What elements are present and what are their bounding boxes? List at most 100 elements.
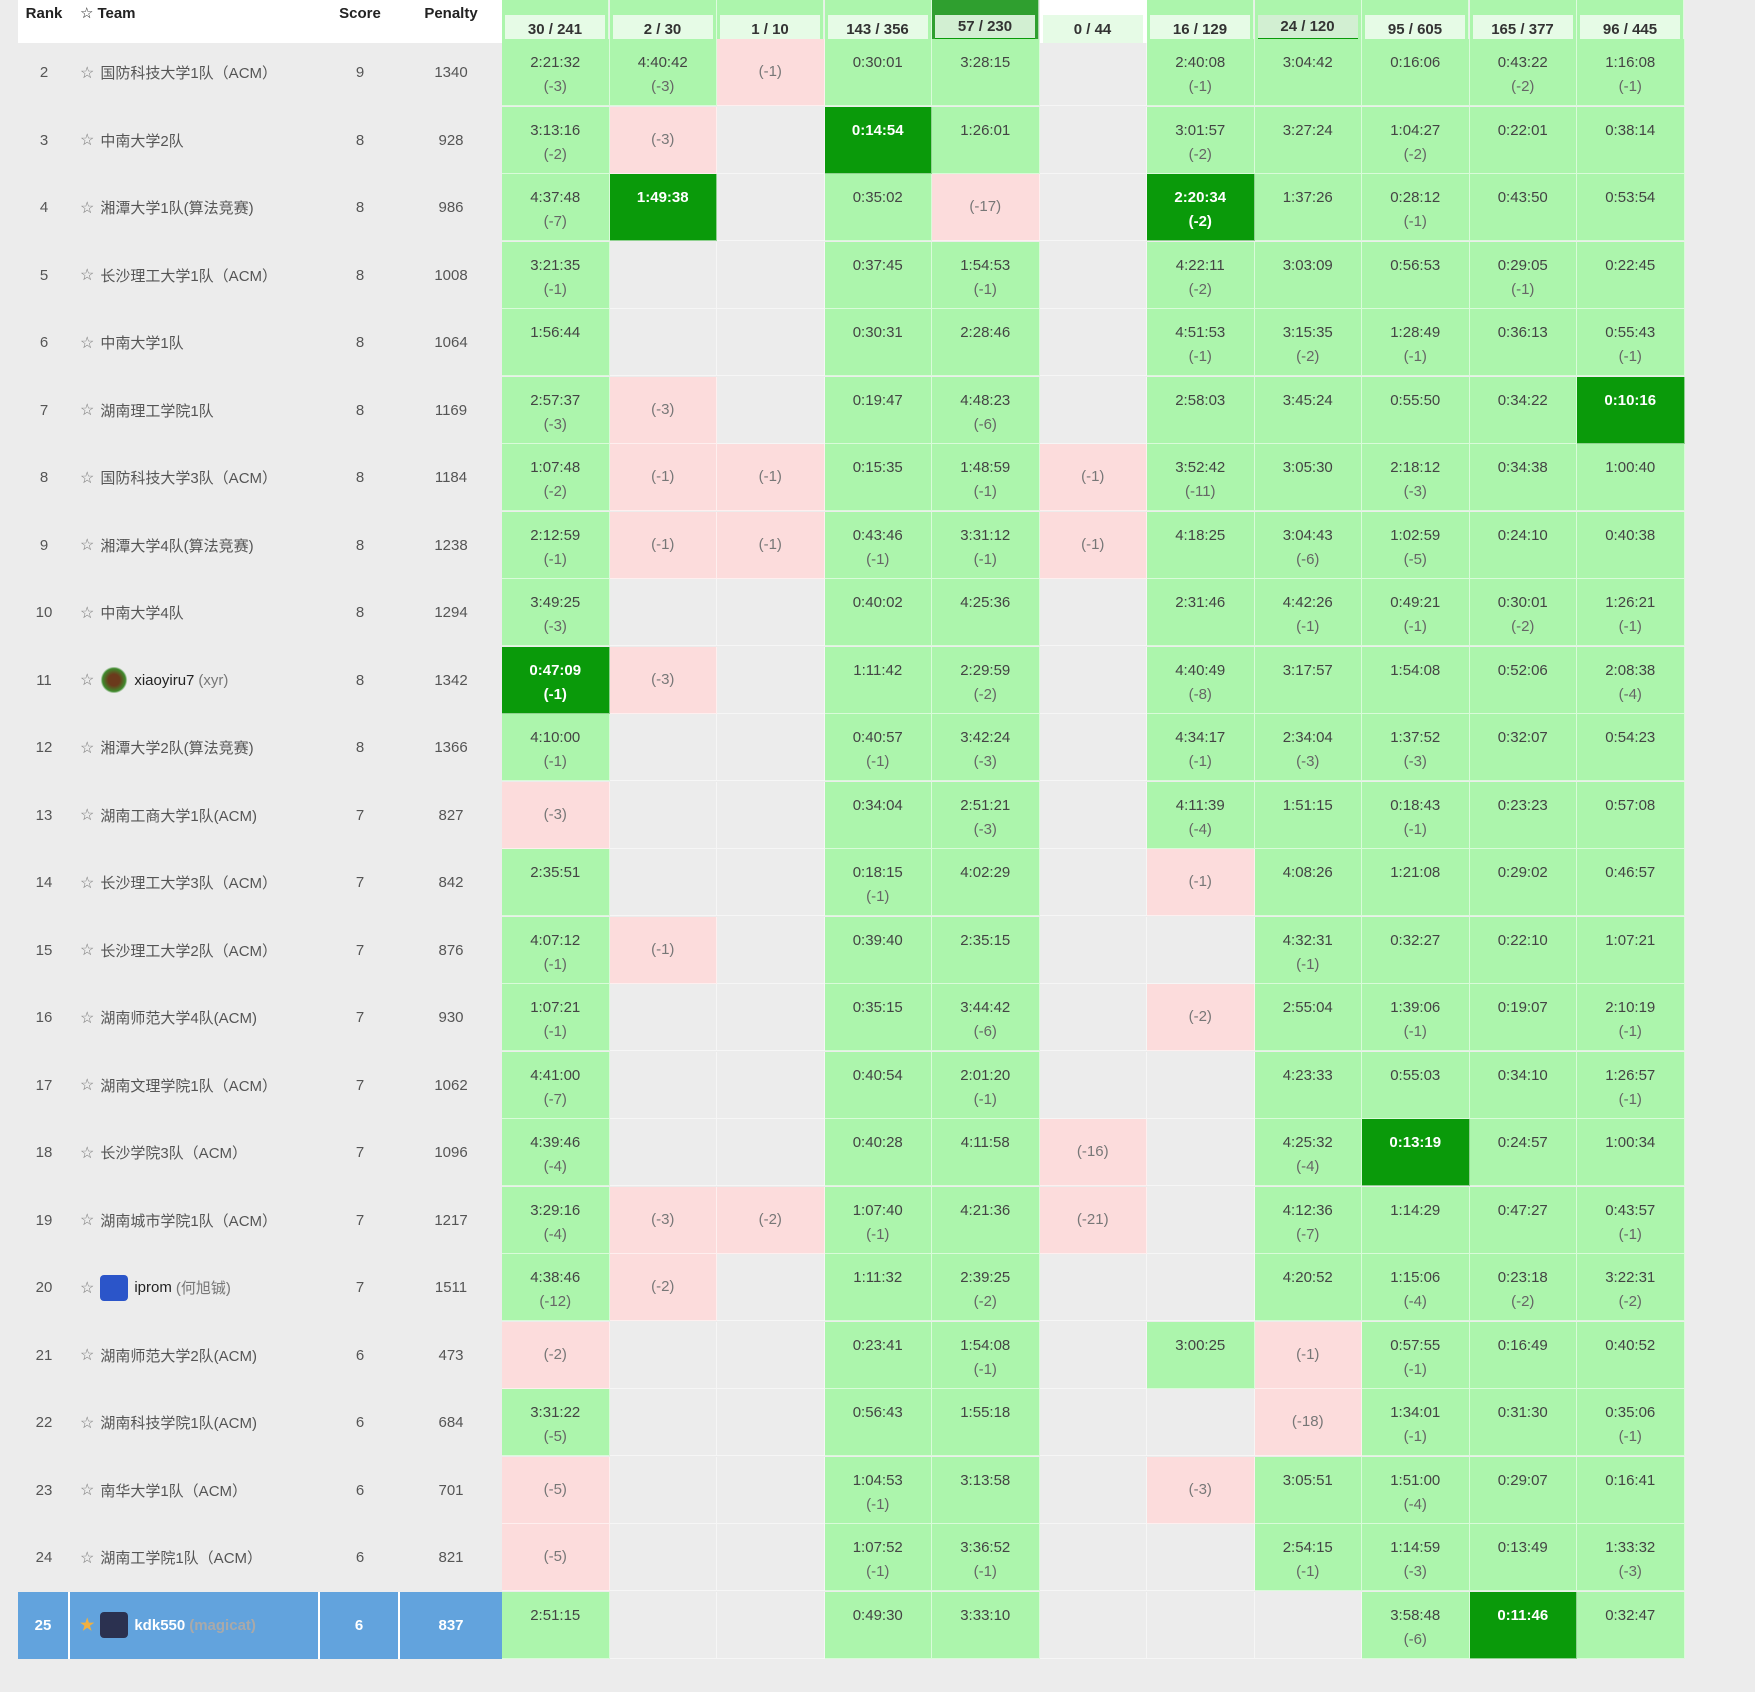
submission-cell-a[interactable]: 1:07:21 (-1) [502, 984, 610, 1051]
submission-cell-d[interactable]: 1:04:53 (-1) [824, 1456, 932, 1524]
submission-cell-b[interactable]: 1:49:38 [609, 174, 717, 241]
submission-cell-g[interactable]: 4:40:49 (-8) [1147, 646, 1255, 714]
submission-cell-a[interactable]: 2:21:32 (-3) [502, 39, 610, 106]
submission-cell-e[interactable]: 1:48:59 (-1) [932, 444, 1040, 511]
submission-cell-c[interactable] [717, 1119, 825, 1186]
team-name[interactable]: 中南大学2队 [100, 130, 183, 151]
team-name[interactable]: 湘潭大学2队(算法竞赛) [100, 737, 253, 758]
submission-cell-b[interactable] [609, 309, 717, 376]
favorite-star-icon[interactable]: ☆ [80, 63, 94, 83]
team-name[interactable]: 南华大学1队（ACM） [100, 1480, 247, 1501]
submission-cell-k[interactable]: 0:54:23 [1577, 714, 1685, 781]
submission-cell-b[interactable]: (-1) [609, 444, 717, 511]
submission-cell-j[interactable]: 0:19:07 [1469, 984, 1577, 1051]
submission-cell-i[interactable]: 1:37:52 (-3) [1362, 714, 1470, 781]
submission-cell-d[interactable]: 0:37:45 [824, 241, 932, 309]
team-cell[interactable]: ☆ 中南大学2队 [70, 107, 320, 174]
team-name[interactable]: 长沙理工大学2队（ACM） [100, 940, 277, 961]
submission-cell-i[interactable]: 1:54:08 [1362, 646, 1470, 714]
favorite-star-icon[interactable]: ☆ [80, 535, 94, 555]
submission-cell-h[interactable]: 2:55:04 [1254, 984, 1362, 1051]
submission-cell-j[interactable]: 0:13:49 [1469, 1524, 1577, 1591]
submission-cell-e[interactable]: 4:11:58 [932, 1119, 1040, 1186]
submission-cell-f[interactable] [1039, 174, 1147, 241]
submission-cell-f[interactable] [1039, 579, 1147, 646]
submission-cell-h[interactable]: 2:54:15 (-1) [1254, 1524, 1362, 1591]
submission-cell-e[interactable]: 1:26:01 [932, 106, 1040, 174]
submission-cell-c[interactable] [717, 241, 825, 309]
submission-cell-k[interactable]: 0:38:14 [1577, 106, 1685, 174]
submission-cell-d[interactable]: 0:19:47 [824, 376, 932, 444]
team-cell[interactable]: ☆ 湖南城市学院1队（ACM） [70, 1187, 320, 1254]
submission-cell-i[interactable]: 1:14:29 [1362, 1186, 1470, 1254]
favorite-star-icon[interactable]: ☆ [80, 400, 94, 420]
submission-cell-e[interactable]: 3:44:42 (-6) [932, 984, 1040, 1051]
submission-cell-b[interactable] [609, 984, 717, 1051]
favorite-star-icon[interactable]: ☆ [80, 940, 94, 960]
submission-cell-j[interactable]: 0:34:38 [1469, 444, 1577, 511]
submission-cell-e[interactable]: 1:55:18 [932, 1389, 1040, 1456]
submission-cell-f[interactable] [1039, 376, 1147, 444]
team-name[interactable]: 湖南师范大学2队(ACM) [100, 1345, 257, 1366]
favorite-star-icon[interactable]: ☆ [80, 738, 94, 758]
submission-cell-c[interactable] [717, 646, 825, 714]
submission-cell-d[interactable]: 0:30:01 [824, 39, 932, 106]
team-name[interactable]: 湖南城市学院1队（ACM） [100, 1210, 277, 1231]
submission-cell-j[interactable]: 0:31:30 [1469, 1389, 1577, 1456]
submission-cell-b[interactable] [609, 1051, 717, 1119]
submission-cell-g[interactable]: (-1) [1147, 849, 1255, 916]
team-name[interactable]: 湖南师范大学4队(ACM) [100, 1007, 257, 1028]
submission-cell-g[interactable] [1147, 1591, 1255, 1659]
submission-cell-k[interactable]: 3:22:31 (-2) [1577, 1254, 1685, 1321]
submission-cell-a[interactable]: 2:12:59 (-1) [502, 511, 610, 579]
submission-cell-k[interactable]: 1:26:21 (-1) [1577, 579, 1685, 646]
submission-cell-c[interactable] [717, 1524, 825, 1591]
submission-cell-a[interactable]: 4:10:00 (-1) [502, 714, 610, 781]
submission-cell-c[interactable] [717, 1254, 825, 1321]
submission-cell-h[interactable] [1254, 1591, 1362, 1659]
submission-cell-f[interactable]: (-1) [1039, 511, 1147, 579]
submission-cell-i[interactable]: 0:18:43 (-1) [1362, 781, 1470, 849]
submission-cell-b[interactable] [609, 1389, 717, 1456]
team-name[interactable]: xiaoyiru7 [134, 672, 194, 689]
submission-cell-i[interactable]: 2:18:12 (-3) [1362, 444, 1470, 511]
submission-cell-a[interactable]: 3:49:25 (-3) [502, 579, 610, 646]
submission-cell-h[interactable]: (-1) [1254, 1321, 1362, 1389]
submission-cell-f[interactable] [1039, 984, 1147, 1051]
team-cell[interactable]: ☆ 湖南工商大学1队(ACM) [70, 782, 320, 849]
submission-cell-j[interactable]: 0:34:22 [1469, 376, 1577, 444]
team-name[interactable]: 湘潭大学1队(算法竞赛) [100, 197, 253, 218]
submission-cell-f[interactable] [1039, 714, 1147, 781]
team-cell[interactable]: ☆ 中南大学4队 [70, 579, 320, 646]
submission-cell-i[interactable]: 0:32:27 [1362, 916, 1470, 984]
submission-cell-g[interactable]: 4:34:17 (-1) [1147, 714, 1255, 781]
submission-cell-j[interactable]: 0:23:18 (-2) [1469, 1254, 1577, 1321]
submission-cell-f[interactable]: (-16) [1039, 1119, 1147, 1186]
team-cell[interactable]: ☆ 湖南科技学院1队(ACM) [70, 1389, 320, 1456]
favorite-star-icon[interactable]: ☆ [80, 198, 94, 218]
submission-cell-f[interactable] [1039, 39, 1147, 106]
submission-cell-d[interactable]: 0:35:02 [824, 174, 932, 241]
submission-cell-g[interactable] [1147, 916, 1255, 984]
submission-cell-f[interactable] [1039, 849, 1147, 916]
submission-cell-d[interactable]: 0:40:54 [824, 1051, 932, 1119]
submission-cell-k[interactable]: 1:00:34 [1577, 1119, 1685, 1186]
team-name[interactable]: 中南大学4队 [100, 602, 183, 623]
submission-cell-i[interactable]: 0:55:50 [1362, 376, 1470, 444]
team-cell[interactable]: ☆ 湖南文理学院1队（ACM） [70, 1052, 320, 1119]
submission-cell-d[interactable]: 0:30:31 [824, 309, 932, 376]
submission-cell-i[interactable]: 1:21:08 [1362, 849, 1470, 916]
submission-cell-h[interactable]: 2:34:04 (-3) [1254, 714, 1362, 781]
submission-cell-g[interactable] [1147, 1254, 1255, 1321]
submission-cell-e[interactable]: 2:51:21 (-3) [932, 781, 1040, 849]
submission-cell-i[interactable]: 1:51:00 (-4) [1362, 1456, 1470, 1524]
submission-cell-g[interactable]: 4:18:25 [1147, 511, 1255, 579]
team-name[interactable]: iprom [134, 1279, 172, 1296]
submission-cell-d[interactable]: 0:40:28 [824, 1119, 932, 1186]
favorite-star-icon[interactable]: ☆ [80, 1480, 94, 1500]
submission-cell-h[interactable]: 4:20:52 [1254, 1254, 1362, 1321]
submission-cell-h[interactable]: 3:04:43 (-6) [1254, 511, 1362, 579]
submission-cell-a[interactable]: 3:31:22 (-5) [502, 1389, 610, 1456]
submission-cell-b[interactable]: (-3) [609, 1186, 717, 1254]
submission-cell-i[interactable]: 0:16:06 [1362, 39, 1470, 106]
